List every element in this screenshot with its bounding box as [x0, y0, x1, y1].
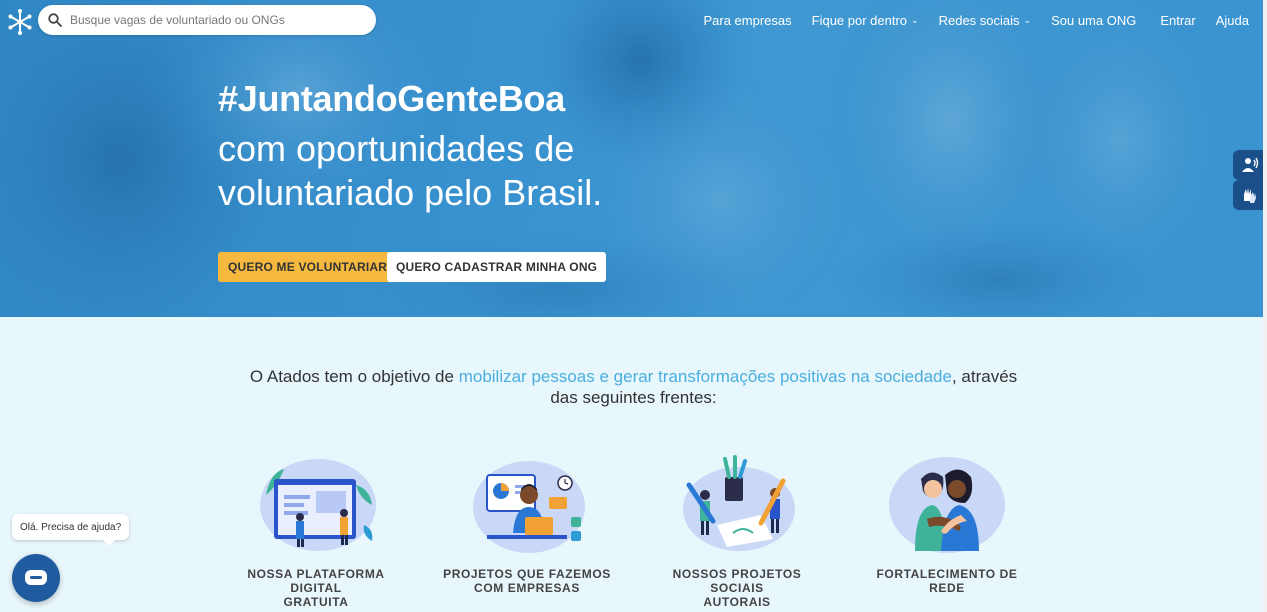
chat-icon: [25, 570, 47, 585]
volunteer-button[interactable]: QUERO ME VOLUNTARIAR: [218, 252, 398, 282]
sign-language-button[interactable]: [1233, 180, 1267, 210]
nav-sou-uma-ong[interactable]: Sou uma ONG: [1051, 13, 1136, 28]
mission-line-2: das seguintes frentes:: [550, 388, 717, 407]
nav-label: Redes sociais: [938, 13, 1020, 28]
platform-illustration-icon: [260, 459, 376, 551]
front-label-line: COM EMPRESAS: [474, 581, 580, 595]
front-card[interactable]: NOSSA PLATAFORMA DIGITAL GRATUITA: [226, 455, 406, 609]
companies-illustration-icon: [473, 461, 585, 553]
mission-line-1: O Atados tem o objetivo de mobilizar pes…: [0, 366, 1267, 387]
front-card[interactable]: FORTALECIMENTO DE REDE: [857, 455, 1037, 595]
front-label: NOSSA PLATAFORMA DIGITAL GRATUITA: [226, 567, 406, 609]
nav-fique-por-dentro[interactable]: Fique por dentro ⌄: [812, 13, 919, 28]
nav-ajuda[interactable]: Ajuda: [1216, 13, 1249, 28]
hero-hashtag: #JuntandoGenteBoa: [218, 78, 565, 119]
audio-description-icon: [1242, 157, 1259, 172]
chevron-down-icon: ⌄: [911, 15, 919, 25]
front-label-line: AUTORAIS: [703, 595, 771, 609]
mission-text: O Atados tem o objetivo de: [249, 367, 459, 386]
front-label-line: PROJETOS QUE FAZEMOS: [443, 567, 611, 581]
front-label-line: NOSSOS PROJETOS SOCIAIS: [672, 567, 802, 595]
nav-label: Ajuda: [1215, 13, 1249, 28]
nav-para-empresas[interactable]: Para empresas: [703, 13, 791, 28]
nav-label: Sou uma ONG: [1051, 13, 1137, 28]
nav-label: Entrar: [1160, 13, 1196, 28]
atados-logo-icon[interactable]: [6, 8, 34, 36]
social-projects-illustration-icon: [683, 455, 795, 551]
scrollbar[interactable]: [1263, 0, 1267, 612]
front-label-line: GRATUITA: [283, 595, 349, 609]
audio-accessibility-button[interactable]: [1233, 150, 1267, 180]
nav-label: Fique por dentro: [811, 13, 908, 28]
search-input[interactable]: [70, 13, 360, 27]
top-nav: Para empresas Fique por dentro ⌄ Redes so…: [703, 13, 1249, 28]
search-icon: [48, 13, 62, 27]
front-card[interactable]: NOSSOS PROJETOS SOCIAIS AUTORAIS: [647, 455, 827, 609]
mission-statement: O Atados tem o objetivo de mobilizar pes…: [0, 366, 1267, 408]
search-bar[interactable]: [38, 5, 376, 35]
front-label: NOSSOS PROJETOS SOCIAIS AUTORAIS: [647, 567, 827, 609]
sign-language-icon: [1244, 188, 1256, 203]
mission-text: , através: [951, 367, 1018, 386]
nav-label: Para empresas: [703, 13, 792, 28]
front-label-line: FORTALECIMENTO DE REDE: [876, 567, 1018, 595]
hero-subtitle: com oportunidades de voluntariado pelo B…: [218, 128, 603, 213]
front-label: FORTALECIMENTO DE REDE: [857, 567, 1037, 595]
register-ong-button[interactable]: QUERO CADASTRAR MINHA ONG: [387, 252, 607, 282]
front-card[interactable]: PROJETOS QUE FAZEMOS COM EMPRESAS: [437, 455, 617, 595]
network-illustration-icon: [889, 457, 1005, 553]
chat-button[interactable]: [12, 554, 60, 602]
nav-entrar[interactable]: Entrar: [1160, 13, 1195, 28]
mission-highlight: mobilizar pessoas e gerar transformações…: [458, 367, 952, 386]
front-label: PROJETOS QUE FAZEMOS COM EMPRESAS: [437, 567, 617, 595]
chevron-down-icon: ⌄: [1023, 15, 1032, 25]
nav-redes-sociais[interactable]: Redes sociais ⌄: [939, 13, 1031, 28]
chat-greeting-bubble[interactable]: Olá. Precisa de ajuda?: [12, 514, 130, 546]
front-label-line: NOSSA PLATAFORMA DIGITAL: [247, 567, 385, 595]
